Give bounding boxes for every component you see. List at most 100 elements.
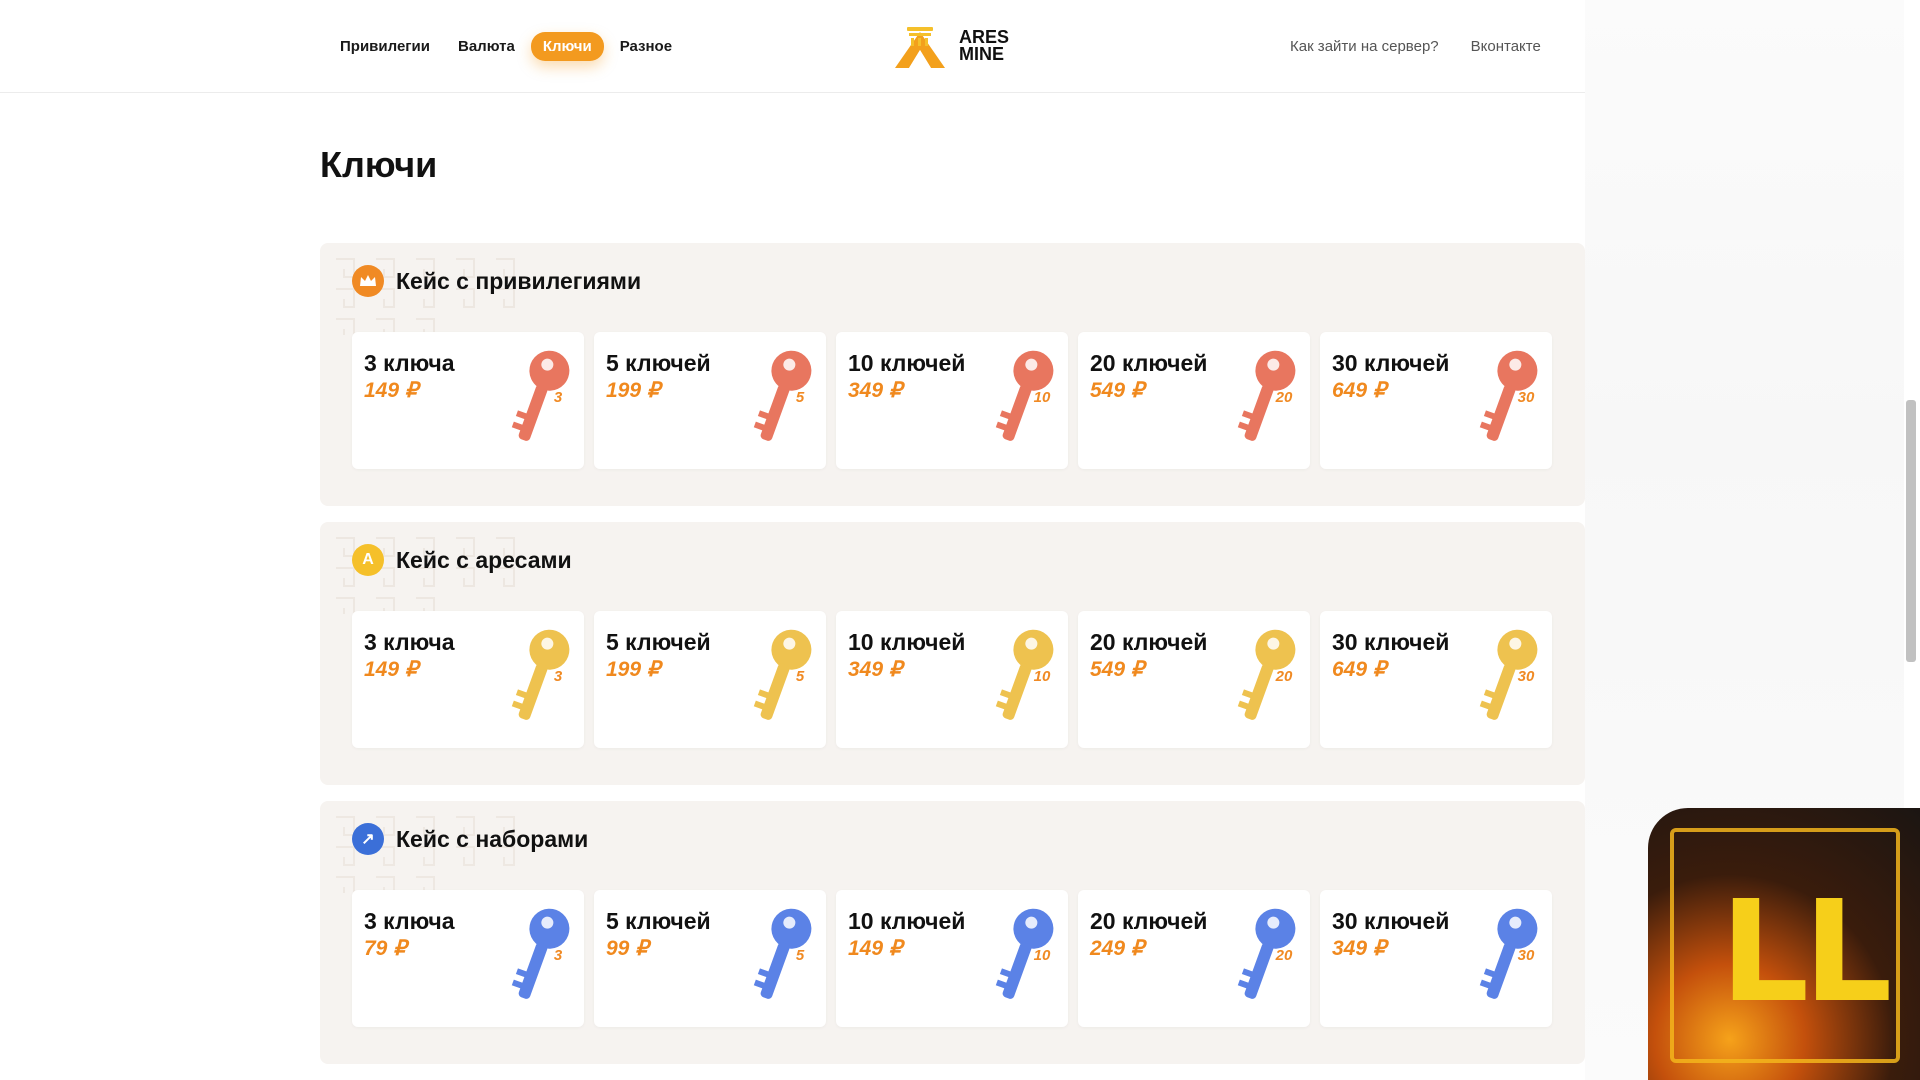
page-title: Ключи <box>320 144 438 185</box>
key-price: 79 ₽ <box>364 937 407 960</box>
section-title: Кейс с аресами <box>396 546 572 573</box>
section-header: ↗ Кейс с наборами <box>352 823 588 855</box>
section-title: Кейс с привилегиями <box>396 267 642 294</box>
key-price: 349 ₽ <box>848 379 903 402</box>
site-header: Привилегии Валюта Ключи Разное ARES MINE… <box>0 0 1585 93</box>
key-number: 3 <box>554 389 563 406</box>
key-number: 20 <box>1275 389 1293 406</box>
key-card[interactable]: 10 ключей 349 ₽ 10 <box>836 332 1068 469</box>
key-price: 149 ₽ <box>848 937 903 960</box>
key-number: 30 <box>1518 947 1535 964</box>
key-section: Кейс с привилегиями 3 ключа 149 ₽ 3 5 ключе… <box>320 243 1585 506</box>
corner-badge[interactable]: LL <box>1648 808 1920 1080</box>
nav-privileges[interactable]: Привилегии <box>328 32 442 61</box>
key-number: 30 <box>1518 668 1535 685</box>
key-card[interactable]: 30 ключей 649 ₽ 30 <box>1320 332 1552 469</box>
key-price: 149 ₽ <box>364 658 419 681</box>
key-number: 3 <box>554 668 563 685</box>
key-number: 5 <box>796 947 805 964</box>
key-count: 10 ключей <box>848 629 966 655</box>
key-price: 99 ₽ <box>606 937 649 960</box>
main-nav: Привилегии Валюта Ключи Разное <box>328 32 684 61</box>
key-icon: 3 <box>511 629 570 720</box>
key-card[interactable]: 5 ключей 99 ₽ 5 <box>594 890 826 1027</box>
nav-misc[interactable]: Разное <box>608 32 684 61</box>
key-count: 5 ключей <box>606 350 711 376</box>
key-card[interactable]: 30 ключей 649 ₽ 30 <box>1320 611 1552 748</box>
key-number: 10 <box>1034 947 1051 964</box>
key-number: 5 <box>796 389 805 406</box>
arrow-up-right-icon: ↗ <box>352 823 384 855</box>
key-price: 349 ₽ <box>848 658 903 681</box>
key-icon: 5 <box>753 908 812 999</box>
key-number: 20 <box>1275 947 1293 964</box>
key-cards: 3 ключа 79 ₽ 3 5 ключей 99 ₽ 5 10 ключей 149 … <box>352 890 1552 1027</box>
key-section: ↗ Кейс с наборами 3 ключа 79 ₽ 3 5 ключей 99 … <box>320 801 1585 1064</box>
key-section: A Кейс с аресами 3 ключа 149 ₽ 3 5 ключей 199… <box>320 522 1585 785</box>
key-icon: 3 <box>511 908 570 999</box>
how-to-join-link[interactable]: Как зайти на сервер? <box>1290 38 1439 55</box>
key-card[interactable]: 10 ключей 149 ₽ 10 <box>836 890 1068 1027</box>
key-icon: 5 <box>753 629 812 720</box>
page: Привилегии Валюта Ключи Разное ARES MINE… <box>0 0 1920 1080</box>
badge-text: LL <box>1720 871 1892 1034</box>
key-card[interactable]: 3 ключа 149 ₽ 3 <box>352 332 584 469</box>
key-card[interactable]: 3 ключа 149 ₽ 3 <box>352 611 584 748</box>
key-icon: 10 <box>995 629 1054 720</box>
vk-link[interactable]: Вконтакте <box>1471 38 1541 55</box>
key-price: 649 ₽ <box>1332 379 1387 402</box>
key-count: 20 ключей <box>1090 350 1208 376</box>
key-count: 30 ключей <box>1332 908 1450 934</box>
nav-keys[interactable]: Ключи <box>530 32 604 61</box>
crown-icon <box>352 265 384 297</box>
key-price: 549 ₽ <box>1090 379 1145 402</box>
key-icon: 20 <box>1237 350 1296 441</box>
key-count: 3 ключа <box>364 629 455 655</box>
key-price: 199 ₽ <box>606 658 661 681</box>
key-cards: 3 ключа 149 ₽ 3 5 ключей 199 ₽ 5 10 ключей 34… <box>352 611 1552 748</box>
key-card[interactable]: 20 ключей 549 ₽ 20 <box>1078 332 1310 469</box>
key-count: 20 ключей <box>1090 908 1208 934</box>
key-price: 649 ₽ <box>1332 658 1387 681</box>
nav-currency[interactable]: Валюта <box>446 32 527 61</box>
key-card[interactable]: 5 ключей 199 ₽ 5 <box>594 611 826 748</box>
key-number: 20 <box>1275 668 1293 685</box>
key-count: 3 ключа <box>364 908 455 934</box>
key-icon: 20 <box>1237 908 1296 999</box>
key-count: 20 ключей <box>1090 629 1208 655</box>
key-count: 10 ключей <box>848 350 966 376</box>
logo[interactable]: ARES MINE <box>893 24 1009 68</box>
key-cards: 3 ключа 149 ₽ 3 5 ключей 199 ₽ 5 10 ключей 34… <box>352 332 1552 469</box>
key-number: 3 <box>554 947 563 964</box>
key-count: 10 ключей <box>848 908 966 934</box>
key-icon: 30 <box>1479 350 1538 441</box>
key-price: 249 ₽ <box>1090 937 1145 960</box>
key-icon: 3 <box>511 350 570 441</box>
key-icon: 10 <box>995 908 1054 999</box>
key-number: 10 <box>1034 389 1051 406</box>
key-count: 5 ключей <box>606 629 711 655</box>
key-card[interactable]: 20 ключей 549 ₽ 20 <box>1078 611 1310 748</box>
key-price: 199 ₽ <box>606 379 661 402</box>
ares-coin-icon: A <box>352 544 384 576</box>
logo-line-2: MINE <box>959 44 1004 64</box>
key-card[interactable]: 3 ключа 79 ₽ 3 <box>352 890 584 1027</box>
key-card[interactable]: 30 ключей 349 ₽ 30 <box>1320 890 1552 1027</box>
key-icon: 20 <box>1237 629 1296 720</box>
key-number: 10 <box>1034 668 1051 685</box>
header-links: Как зайти на сервер? Вконтакте <box>1290 38 1585 55</box>
section-header: Кейс с привилегиями <box>352 265 641 297</box>
key-card[interactable]: 5 ключей 199 ₽ 5 <box>594 332 826 469</box>
key-card[interactable]: 20 ключей 249 ₽ 20 <box>1078 890 1310 1027</box>
logo-icon <box>895 27 945 68</box>
key-icon: 10 <box>995 350 1054 441</box>
key-price: 549 ₽ <box>1090 658 1145 681</box>
key-count: 5 ключей <box>606 908 711 934</box>
logo-text: ARES MINE <box>959 28 1009 64</box>
section-header: A Кейс с аресами <box>352 544 572 576</box>
scrollbar-thumb[interactable] <box>1906 400 1916 662</box>
key-icon: 30 <box>1479 908 1538 999</box>
key-card[interactable]: 10 ключей 349 ₽ 10 <box>836 611 1068 748</box>
key-icon: 30 <box>1479 629 1538 720</box>
key-price: 349 ₽ <box>1332 937 1387 960</box>
